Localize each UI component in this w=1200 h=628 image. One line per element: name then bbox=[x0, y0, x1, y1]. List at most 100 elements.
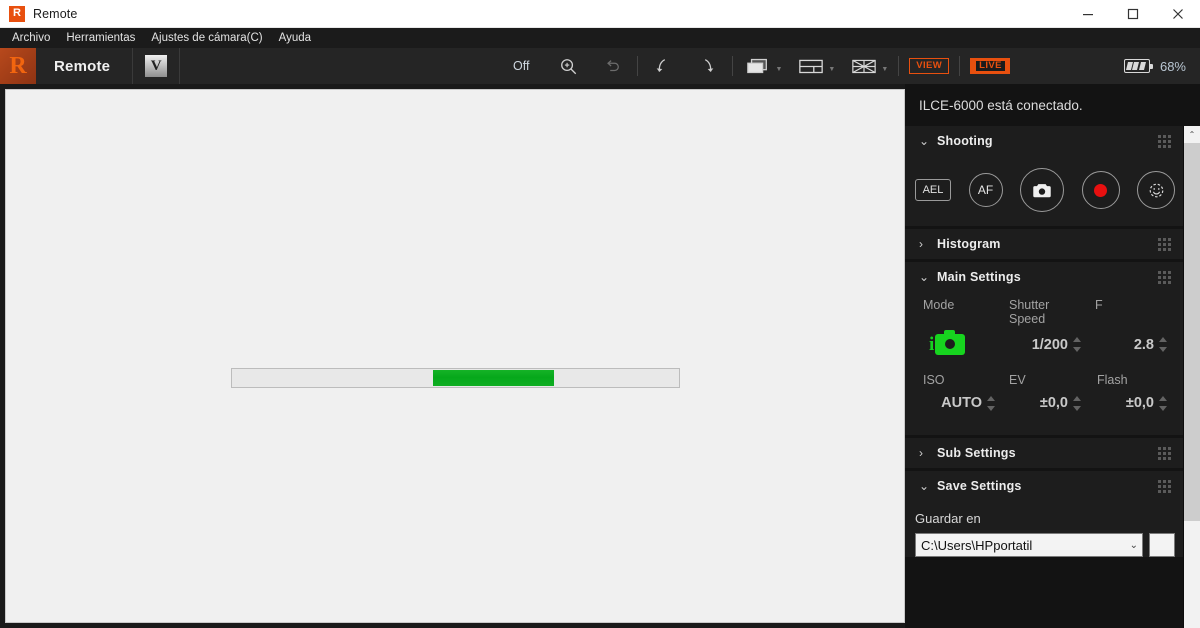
menu-herramientas[interactable]: Herramientas bbox=[58, 30, 143, 47]
live-button[interactable]: LIVE bbox=[970, 57, 1010, 75]
toolbar-divider bbox=[637, 56, 639, 76]
section-save-settings: ⌄ Save Settings Guardar en C:\Users\HPpo… bbox=[905, 471, 1183, 557]
maximize-icon[interactable] bbox=[1110, 0, 1155, 28]
scrollbar-track[interactable] bbox=[1184, 143, 1200, 628]
focus-off-label[interactable]: Off bbox=[505, 59, 537, 73]
toolbar-divider bbox=[732, 56, 734, 76]
field-label-flash: Flash bbox=[1097, 373, 1128, 387]
connection-status: ILCE-6000 está conectado. bbox=[905, 84, 1200, 126]
field-value-mode[interactable]: i bbox=[915, 328, 1001, 367]
field-value-ev[interactable]: ±0,0 bbox=[1001, 389, 1087, 423]
record-button[interactable] bbox=[1081, 171, 1120, 209]
layout-single-icon[interactable] bbox=[743, 51, 773, 81]
drag-handle-icon[interactable] bbox=[1158, 479, 1171, 493]
battery-icon bbox=[1123, 59, 1153, 73]
field-label-f: F bbox=[1095, 298, 1103, 312]
viewport-container bbox=[0, 84, 905, 628]
main-toolbar: R Remote V Off ▼ ▼ ▼ VIEW LIVE 68% bbox=[0, 48, 1200, 84]
toolbar-divider bbox=[898, 56, 900, 76]
drag-handle-icon[interactable] bbox=[1158, 237, 1171, 251]
drag-handle-icon[interactable] bbox=[1158, 134, 1171, 148]
save-location-row: C:\Users\HPportatil ⌄ bbox=[905, 533, 1183, 557]
section-header-main-settings[interactable]: ⌄ Main Settings bbox=[905, 262, 1183, 292]
live-button-label: LIVE bbox=[976, 60, 1005, 72]
aperture-stepper[interactable] bbox=[1159, 337, 1167, 352]
menu-archivo[interactable]: Archivo bbox=[4, 30, 58, 47]
field-value-f[interactable]: 2.8 bbox=[1087, 328, 1173, 367]
iso-stepper[interactable] bbox=[987, 395, 995, 411]
camera-icon bbox=[1033, 183, 1051, 197]
browse-folder-button[interactable] bbox=[1149, 533, 1175, 557]
drag-handle-icon[interactable] bbox=[1158, 270, 1171, 284]
section-shooting: ⌄ Shooting AEL AF bbox=[905, 126, 1183, 226]
drag-handle-icon[interactable] bbox=[1158, 446, 1171, 460]
main-settings-body: Mode Shutter Speed F i 1/200 2.8 ISO EV … bbox=[905, 292, 1183, 435]
save-settings-body: Guardar en C:\Users\HPportatil ⌄ bbox=[905, 501, 1183, 557]
section-title-main-settings: Main Settings bbox=[937, 270, 1021, 284]
layout-split-icon[interactable] bbox=[796, 51, 826, 81]
minimize-icon[interactable] bbox=[1065, 0, 1110, 28]
section-header-sub-settings[interactable]: › Sub Settings bbox=[905, 438, 1183, 468]
panel-scrollbar[interactable]: ⌃ bbox=[1183, 126, 1200, 628]
chevron-right-icon: › bbox=[919, 446, 923, 460]
shooting-controls: AEL AF bbox=[905, 156, 1183, 226]
field-value-shutter-speed[interactable]: 1/200 bbox=[1001, 328, 1087, 367]
section-header-shooting[interactable]: ⌄ Shooting bbox=[905, 126, 1183, 156]
shutter-button[interactable] bbox=[1020, 168, 1064, 212]
rotate-left-icon[interactable] bbox=[648, 51, 678, 81]
save-location-label: Guardar en bbox=[915, 511, 981, 526]
zoom-in-icon[interactable] bbox=[553, 51, 583, 81]
toolbar-divider bbox=[959, 56, 961, 76]
live-view-canvas[interactable] bbox=[5, 89, 905, 623]
field-value-flash[interactable]: ±0,0 bbox=[1087, 389, 1173, 423]
layout-grid-caret-icon[interactable]: ▼ bbox=[881, 66, 888, 73]
progress-bar bbox=[231, 368, 680, 388]
scrollbar-thumb[interactable] bbox=[1184, 143, 1200, 522]
save-path-combobox[interactable]: C:\Users\HPportatil ⌄ bbox=[915, 533, 1143, 557]
section-title-sub-settings: Sub Settings bbox=[937, 446, 1016, 460]
ev-value: ±0,0 bbox=[1039, 395, 1068, 411]
undo-icon[interactable] bbox=[597, 51, 627, 81]
save-path-value: C:\Users\HPportatil bbox=[921, 537, 1033, 553]
layout-grid-icon[interactable] bbox=[849, 51, 879, 81]
app-icon: R bbox=[9, 5, 25, 22]
ev-stepper[interactable] bbox=[1073, 395, 1081, 411]
toolbar-right-group: 68% bbox=[1123, 59, 1200, 74]
toolbar-divider bbox=[132, 48, 134, 84]
section-main-settings: ⌄ Main Settings Mode Shutter Speed F i 1… bbox=[905, 262, 1183, 435]
toolbar-divider bbox=[179, 48, 181, 84]
shutter-speed-value: 1/200 bbox=[1031, 336, 1068, 353]
field-label-shutter-speed: Shutter Speed bbox=[1009, 298, 1050, 326]
rotate-right-icon[interactable] bbox=[692, 51, 722, 81]
chevron-down-icon: ⌄ bbox=[919, 134, 930, 148]
close-icon[interactable] bbox=[1155, 0, 1200, 28]
section-header-save-settings[interactable]: ⌄ Save Settings bbox=[905, 471, 1183, 501]
layout-single-caret-icon[interactable]: ▼ bbox=[775, 66, 782, 73]
view-button[interactable]: VIEW bbox=[909, 57, 950, 75]
smile-shutter-button[interactable] bbox=[1137, 171, 1175, 209]
menu-ayuda[interactable]: Ayuda bbox=[271, 30, 319, 47]
layout-split-caret-icon[interactable]: ▼ bbox=[828, 66, 835, 73]
field-value-iso[interactable]: AUTO bbox=[915, 389, 1001, 423]
panel-scroll-area: ⌄ Shooting AEL AF › Histogram ⌄ Main Set… bbox=[905, 126, 1200, 628]
chevron-down-icon: ⌄ bbox=[1129, 539, 1138, 551]
brand-logo-glyph: R bbox=[9, 53, 27, 79]
scroll-up-arrow-icon[interactable]: ⌃ bbox=[1184, 126, 1200, 143]
section-sub-settings: › Sub Settings bbox=[905, 438, 1183, 468]
remote-app-window: R Remote Archivo Herramientas Ajustes de… bbox=[0, 0, 1200, 628]
flash-stepper[interactable] bbox=[1159, 395, 1167, 411]
menu-ajustes-de-camara[interactable]: Ajustes de cámara(C) bbox=[143, 30, 270, 47]
section-header-histogram[interactable]: › Histogram bbox=[905, 229, 1183, 259]
iso-value: AUTO bbox=[941, 395, 982, 411]
window-title: Remote bbox=[33, 6, 78, 21]
section-histogram: › Histogram bbox=[905, 229, 1183, 259]
toolbar-center-group: Off ▼ ▼ ▼ VIEW LIVE bbox=[505, 48, 1010, 84]
chevron-right-icon: › bbox=[919, 237, 923, 251]
side-panel: ILCE-6000 está conectado. ⌄ Shooting AEL… bbox=[905, 84, 1200, 628]
ael-button[interactable]: AEL bbox=[915, 179, 951, 201]
shutter-speed-stepper[interactable] bbox=[1073, 337, 1081, 352]
brand-logo-icon: R bbox=[0, 48, 36, 84]
version-badge-icon[interactable]: V bbox=[145, 55, 168, 77]
section-title-shooting: Shooting bbox=[937, 134, 993, 148]
af-button[interactable]: AF bbox=[968, 173, 1003, 207]
